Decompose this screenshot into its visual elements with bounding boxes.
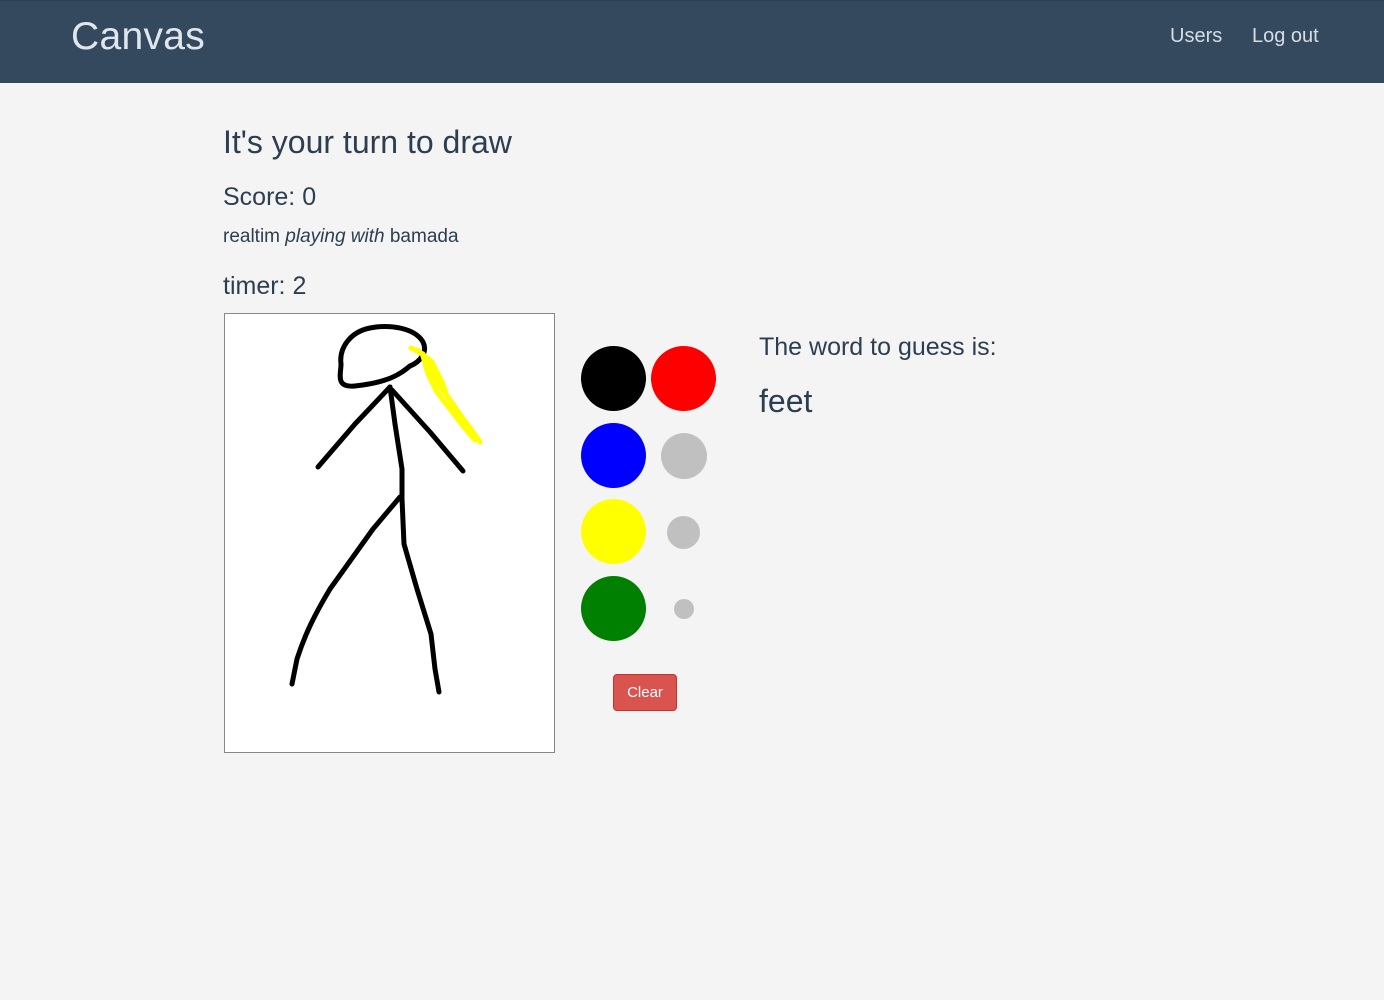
timer-label: timer: [223,272,286,300]
players-line: realtim playing with bamada [223,226,459,248]
nav-logout-link[interactable]: Log out [1252,25,1319,48]
word-to-guess: feet [759,383,813,419]
opponent-name: bamada [389,226,459,247]
playing-with-label: playing with [285,226,385,247]
score-value: 0 [302,183,317,211]
color-red-swatch[interactable] [651,346,716,411]
player-name: realtim [223,226,281,247]
score-label: Score: [223,183,296,211]
stick-figure-drawing [289,324,483,695]
clear-button[interactable]: Clear [613,674,677,711]
color-yellow-swatch[interactable] [581,499,646,564]
brush-size-small[interactable] [674,599,694,619]
navbar: Canvas Users Log out [0,0,1384,83]
color-blue-swatch[interactable] [581,423,646,488]
color-green-swatch[interactable] [581,576,646,641]
timer-value: 2 [292,272,307,300]
brush-size-medium[interactable] [667,516,700,549]
drawing-canvas[interactable] [224,313,555,753]
nav-users-link[interactable]: Users [1170,25,1222,48]
brand-link[interactable]: Canvas [71,15,205,59]
timer: timer: 2 [223,272,306,301]
score: Score: 0 [223,183,316,212]
color-black-swatch[interactable] [581,346,646,411]
word-to-guess-label: The word to guess is: [759,333,997,361]
page-title: It's your turn to draw [223,124,512,160]
brush-size-large[interactable] [661,433,707,479]
